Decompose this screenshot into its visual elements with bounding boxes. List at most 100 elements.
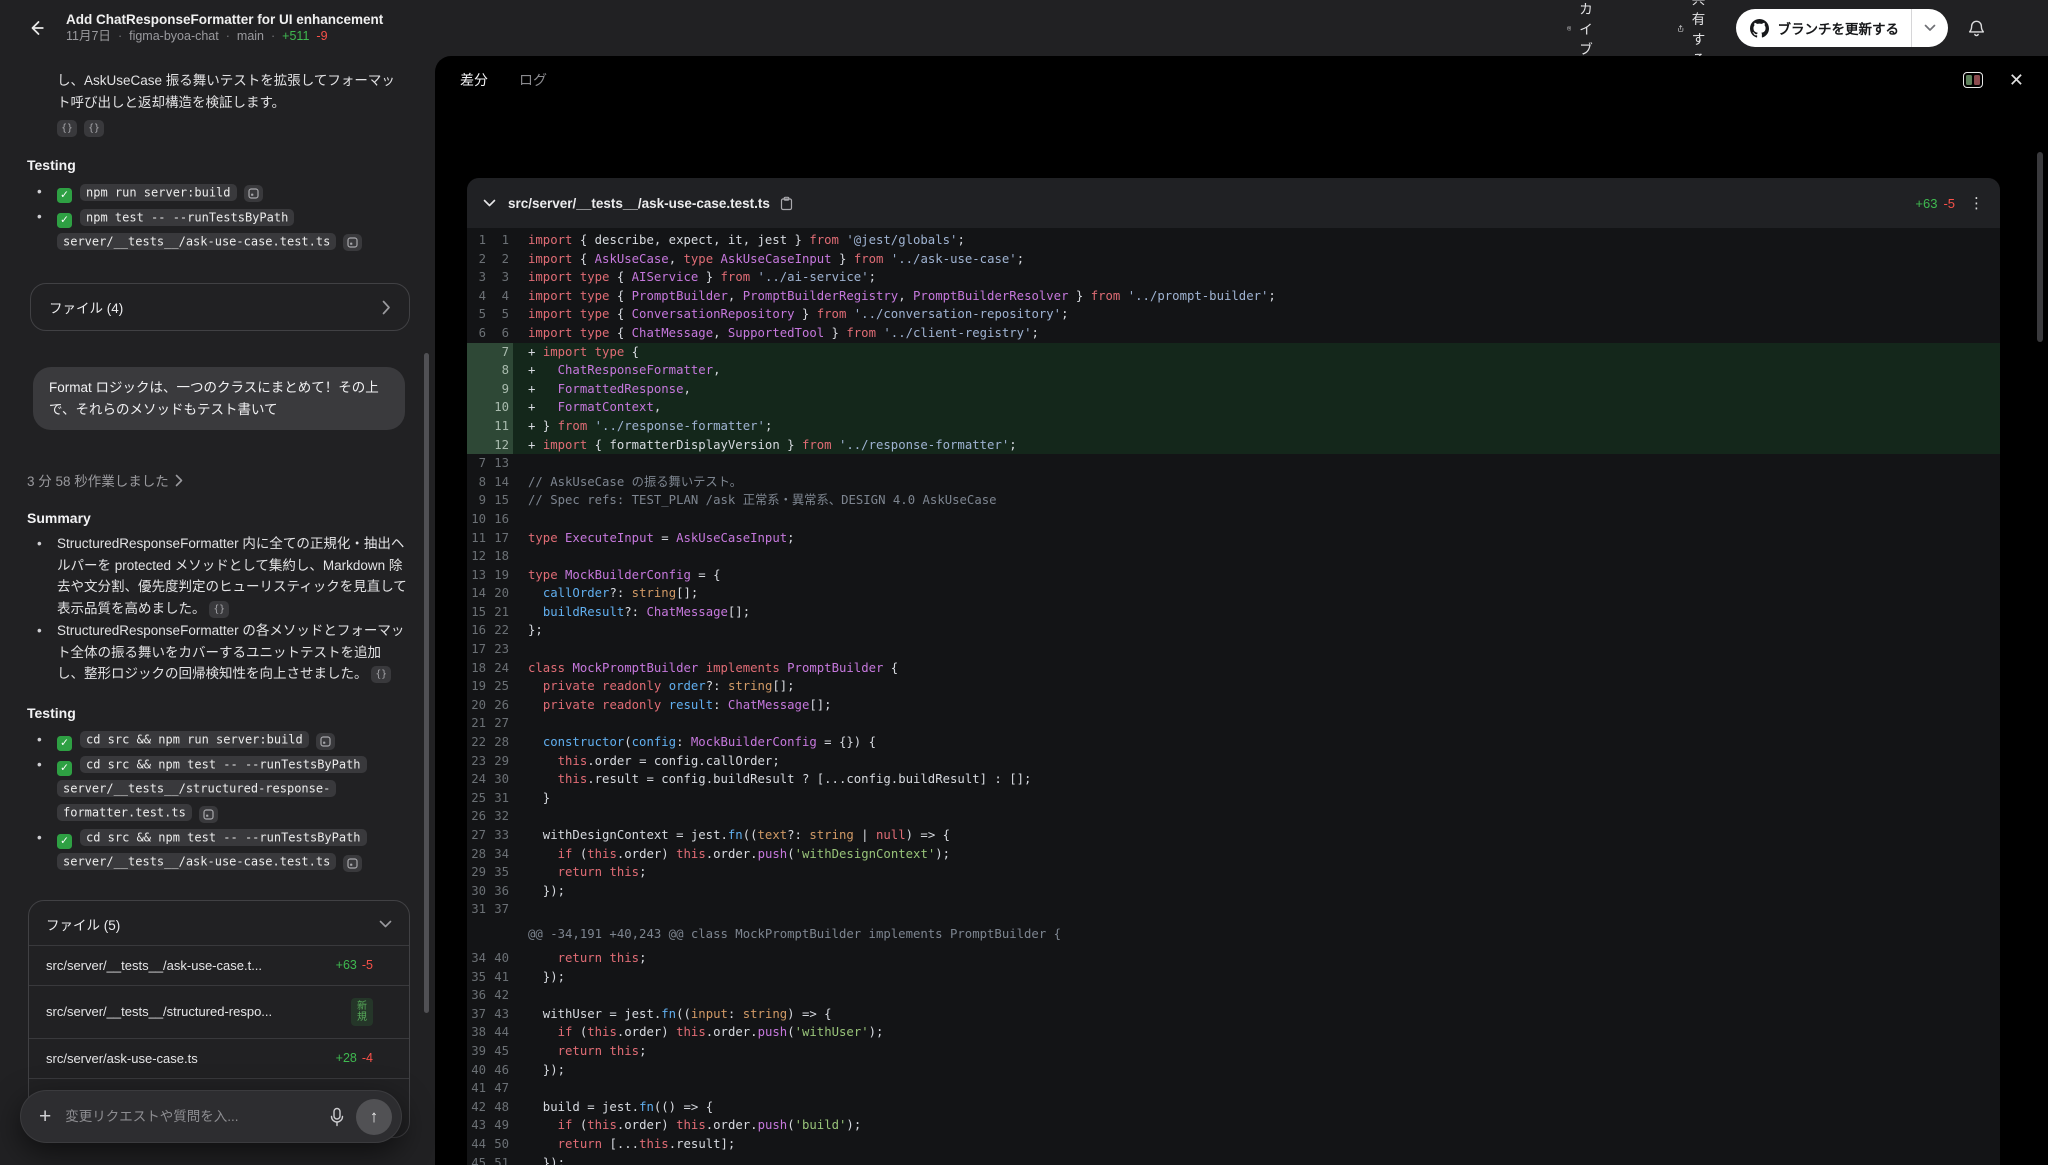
diff-gutter: 713 (467, 454, 513, 473)
diff-gutter: 2026 (467, 696, 513, 715)
file-row[interactable]: src/server/__tests__/structured-respo...… (29, 985, 409, 1038)
sidebar-scrollbar[interactable] (424, 353, 429, 1013)
chevron-right-icon (382, 300, 391, 315)
new-line-number: 7 (486, 343, 509, 362)
diff-code-text: return [...this.result]; (513, 1135, 2000, 1154)
diff-gutter: 3642 (467, 986, 513, 1005)
file-additions: +63 (1915, 196, 1937, 211)
code-ref-chip[interactable]: {} (371, 666, 391, 683)
command-chip[interactable]: npm test -- --runTestsByPath server/__te… (57, 209, 336, 250)
diff-code-text: }); (513, 1154, 2000, 1165)
diff-line: 2531 } (467, 789, 2000, 808)
testing-heading-2: Testing (27, 705, 407, 721)
diff-code-text: build = jest.fn(() => { (513, 1098, 2000, 1117)
old-line-number: 31 (467, 900, 486, 919)
diff-gutter: 2935 (467, 863, 513, 882)
testing-command-list-1: ✓npm run server:build✓npm test -- --runT… (27, 180, 407, 253)
tabs: 差分 ログ (460, 70, 547, 90)
notifications-button[interactable] (1962, 14, 1990, 42)
diff-line: 7+ import type { (467, 343, 2000, 362)
chevron-down-icon (1924, 24, 1936, 32)
command-chip[interactable]: cd src && npm run server:build (80, 731, 309, 748)
command-chip[interactable]: npm run server:build (80, 184, 237, 201)
old-line-number: 23 (467, 752, 486, 771)
new-line-number: 25 (486, 677, 509, 696)
diff-code-text: this.order = config.callOrder; (513, 752, 2000, 771)
diff-gutter: 1824 (467, 659, 513, 678)
conversation-sidebar: し、AskUseCase 振る舞いテストを拡張してフォーマット呼び出しと返却構造… (0, 56, 435, 1165)
file-menu-button[interactable]: ⋮ (1969, 196, 1984, 211)
check-icon: ✓ (57, 213, 72, 228)
update-branch-menu-button[interactable] (1912, 9, 1948, 47)
new-line-number (486, 919, 509, 949)
diff-scrollbar[interactable] (2037, 152, 2043, 342)
diff-code-text (513, 714, 2000, 733)
close-panel-button[interactable]: ✕ (2009, 71, 2024, 89)
diff-code-text: callOrder?: string[]; (513, 584, 2000, 603)
chat-input[interactable] (65, 1109, 322, 1124)
old-line-number: 43 (467, 1116, 486, 1135)
copy-path-button[interactable] (780, 196, 793, 211)
work-duration-toggle[interactable]: 3 分 58 秒作業しました (27, 470, 407, 490)
diff-line: 3844 if (this.order) this.order.push('wi… (467, 1023, 2000, 1042)
diff-gutter: 2127 (467, 714, 513, 733)
diff-code-text: } (513, 789, 2000, 808)
file-row[interactable]: src/server/ask-use-case.ts+28-4 (29, 1038, 409, 1078)
check-icon: ✓ (57, 736, 72, 751)
app-window: Add ChatResponseFormatter for UI enhance… (0, 0, 2048, 1165)
diff-code-text: }); (513, 1061, 2000, 1080)
summary-text: StructuredResponseFormatter 内に全ての正規化・抽出ヘ… (57, 536, 407, 616)
diff-code-text: if (this.order) this.order.push('withUse… (513, 1023, 2000, 1042)
old-line-number: 41 (467, 1079, 486, 1098)
mic-button[interactable] (322, 1102, 352, 1132)
code-ref-chip[interactable]: {} (209, 601, 229, 618)
diff-gutter: 11 (467, 417, 513, 436)
code-ref-chip[interactable]: {} (84, 120, 104, 137)
new-line-number: 45 (486, 1042, 509, 1061)
diff-line: 1016 (467, 510, 2000, 529)
diff-code-text (513, 640, 2000, 659)
output-chip[interactable] (316, 733, 335, 750)
terminal-output-icon (347, 858, 358, 869)
diff-code-text: if (this.order) this.order.push('withDes… (513, 845, 2000, 864)
attach-button[interactable]: + (39, 1106, 51, 1127)
file-row[interactable]: src/server/__tests__/ask-use-case.t...+6… (29, 945, 409, 985)
diff-line: 4349 if (this.order) this.order.push('bu… (467, 1116, 2000, 1135)
output-chip[interactable] (343, 855, 362, 872)
diff-code-text: // Spec refs: TEST_PLAN /ask 正常系・異常系、DES… (513, 491, 2000, 510)
testing-command-list-2: ✓ cd src && npm run server:build ✓cd src &… (27, 728, 407, 874)
tab-ログ[interactable]: ログ (519, 70, 547, 90)
old-line-number: 9 (467, 491, 486, 510)
old-line-number: 12 (467, 547, 486, 566)
command-chip[interactable]: cd src && npm test -- --runTestsByPath s… (57, 829, 367, 870)
split-view-toggle-icon[interactable] (1963, 72, 1983, 88)
files-collapsed-card[interactable]: ファイル (4) (30, 283, 410, 331)
test-command-item: ✓cd src && npm test -- --runTestsByPath … (27, 826, 407, 874)
new-line-number: 35 (486, 863, 509, 882)
diff-code-text: + FormattedResponse, (513, 380, 2000, 399)
send-button[interactable]: ↑ (356, 1099, 392, 1135)
terminal-output-icon (248, 188, 259, 199)
diff-gutter: 1420 (467, 584, 513, 603)
old-line-number: 13 (467, 566, 486, 585)
back-button[interactable] (18, 10, 54, 46)
output-chip[interactable] (244, 185, 263, 202)
code-ref-chip[interactable]: {} (57, 120, 77, 137)
output-chip[interactable] (343, 234, 362, 251)
old-line-number: 8 (467, 473, 486, 492)
update-branch-button[interactable]: ブランチを更新する (1736, 9, 1912, 47)
diff-code-area: 11import { describe, expect, it, jest } … (467, 228, 2000, 1165)
chevron-right-icon (175, 474, 183, 487)
old-line-number (467, 361, 486, 380)
diff-gutter: 1218 (467, 547, 513, 566)
diff-gutter: 8 (467, 361, 513, 380)
work-duration-label: 3 分 58 秒作業しました (27, 470, 169, 490)
old-line-number: 35 (467, 968, 486, 987)
tab-差分[interactable]: 差分 (460, 70, 488, 90)
diff-file-header[interactable]: src/server/__tests__/ask-use-case.test.t… (467, 178, 2000, 228)
files-expanded-header[interactable]: ファイル (5) (29, 901, 409, 945)
output-chip[interactable] (199, 806, 218, 823)
diff-gutter: 44 (467, 287, 513, 306)
diff-line: 3945 return this; (467, 1042, 2000, 1061)
new-line-number: 41 (486, 968, 509, 987)
